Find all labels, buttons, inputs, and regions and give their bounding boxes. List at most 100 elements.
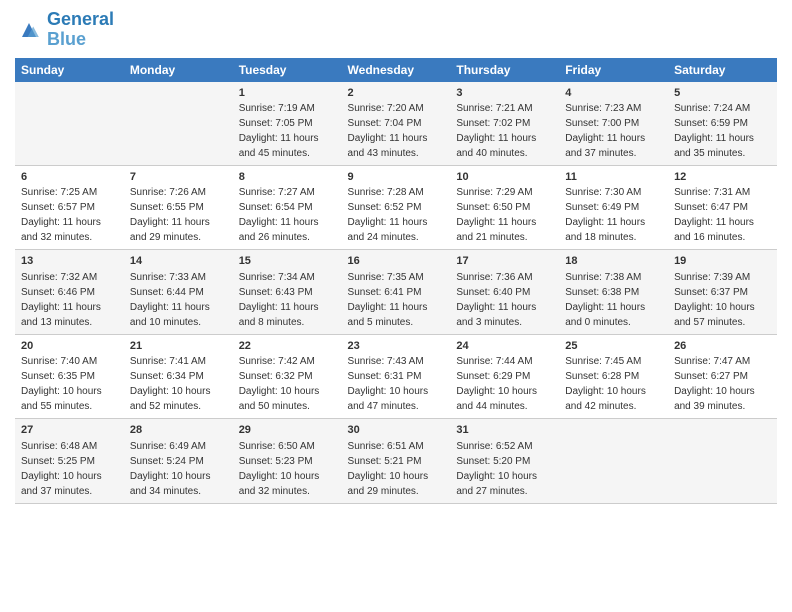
day-info: Sunrise: 7:26 AMSunset: 6:55 PMDaylight:…	[130, 187, 210, 243]
day-cell: 24 Sunrise: 7:44 AMSunset: 6:29 PMDayligh…	[450, 334, 559, 418]
week-row-2: 6Sunrise: 7:25 AMSunset: 6:57 PMDaylight…	[15, 165, 777, 249]
day-number: 14	[130, 254, 227, 269]
day-number: 21	[130, 339, 227, 354]
day-info: Sunrise: 7:40 AMSunset: 6:35 PMDaylight:…	[21, 356, 102, 412]
day-cell: 10Sunrise: 7:29 AMSunset: 6:50 PMDayligh…	[450, 165, 559, 249]
day-number: 19	[674, 254, 771, 269]
day-number: 29	[239, 423, 336, 438]
day-cell: 1 Sunrise: 7:19 AMSunset: 7:05 PMDaylight…	[233, 82, 342, 166]
day-cell: 20 Sunrise: 7:40 AMSunset: 6:35 PMDayligh…	[15, 334, 124, 418]
day-cell	[668, 419, 777, 503]
week-row-4: 20 Sunrise: 7:40 AMSunset: 6:35 PMDayligh…	[15, 334, 777, 418]
day-number: 25	[565, 339, 662, 354]
col-header-monday: Monday	[124, 58, 233, 82]
day-info: Sunrise: 7:34 AMSunset: 6:43 PMDaylight:…	[239, 272, 319, 328]
col-header-tuesday: Tuesday	[233, 58, 342, 82]
day-cell: 30 Sunrise: 6:51 AMSunset: 5:21 PMDayligh…	[342, 419, 451, 503]
day-cell: 15Sunrise: 7:34 AMSunset: 6:43 PMDayligh…	[233, 250, 342, 334]
day-cell: 21Sunrise: 7:41 AMSunset: 6:34 PMDayligh…	[124, 334, 233, 418]
day-number: 1	[239, 86, 336, 101]
day-info: Sunrise: 7:27 AMSunset: 6:54 PMDaylight:…	[239, 187, 319, 243]
day-info: Sunrise: 7:23 AMSunset: 7:00 PMDaylight:…	[565, 103, 645, 159]
day-info: Sunrise: 7:33 AMSunset: 6:44 PMDaylight:…	[130, 272, 210, 328]
week-row-3: 13 Sunrise: 7:32 AMSunset: 6:46 PMDayligh…	[15, 250, 777, 334]
day-number: 9	[348, 170, 445, 185]
day-cell: 22 Sunrise: 7:42 AMSunset: 6:32 PMDayligh…	[233, 334, 342, 418]
logo-icon	[15, 16, 43, 44]
day-cell	[124, 82, 233, 166]
day-cell: 18 Sunrise: 7:38 AMSunset: 6:38 PMDayligh…	[559, 250, 668, 334]
day-info: Sunrise: 7:35 AMSunset: 6:41 PMDaylight:…	[348, 272, 428, 328]
day-number: 22	[239, 339, 336, 354]
calendar-table: SundayMondayTuesdayWednesdayThursdayFrid…	[15, 58, 777, 504]
page: General Blue SundayMondayTuesdayWednesda…	[0, 0, 792, 612]
day-info: Sunrise: 7:28 AMSunset: 6:52 PMDaylight:…	[348, 187, 428, 243]
col-header-sunday: Sunday	[15, 58, 124, 82]
week-row-1: 1 Sunrise: 7:19 AMSunset: 7:05 PMDaylight…	[15, 82, 777, 166]
week-row-5: 27 Sunrise: 6:48 AMSunset: 5:25 PMDayligh…	[15, 419, 777, 503]
day-number: 12	[674, 170, 771, 185]
day-cell: 8 Sunrise: 7:27 AMSunset: 6:54 PMDaylight…	[233, 165, 342, 249]
day-number: 17	[456, 254, 553, 269]
day-info: Sunrise: 7:21 AMSunset: 7:02 PMDaylight:…	[456, 103, 536, 159]
col-header-saturday: Saturday	[668, 58, 777, 82]
day-cell: 27 Sunrise: 6:48 AMSunset: 5:25 PMDayligh…	[15, 419, 124, 503]
day-info: Sunrise: 6:48 AMSunset: 5:25 PMDaylight:…	[21, 441, 102, 497]
header-row: SundayMondayTuesdayWednesdayThursdayFrid…	[15, 58, 777, 82]
col-header-wednesday: Wednesday	[342, 58, 451, 82]
day-cell: 17 Sunrise: 7:36 AMSunset: 6:40 PMDayligh…	[450, 250, 559, 334]
day-number: 8	[239, 170, 336, 185]
day-cell: 6Sunrise: 7:25 AMSunset: 6:57 PMDaylight…	[15, 165, 124, 249]
day-info: Sunrise: 7:44 AMSunset: 6:29 PMDaylight:…	[456, 356, 537, 412]
day-info: Sunrise: 6:51 AMSunset: 5:21 PMDaylight:…	[348, 441, 429, 497]
day-cell: 5Sunrise: 7:24 AMSunset: 6:59 PMDaylight…	[668, 82, 777, 166]
col-header-thursday: Thursday	[450, 58, 559, 82]
logo-text: General Blue	[47, 10, 114, 50]
day-cell: 13 Sunrise: 7:32 AMSunset: 6:46 PMDayligh…	[15, 250, 124, 334]
day-number: 27	[21, 423, 118, 438]
header: General Blue	[15, 10, 777, 50]
day-cell: 12 Sunrise: 7:31 AMSunset: 6:47 PMDayligh…	[668, 165, 777, 249]
day-cell: 11Sunrise: 7:30 AMSunset: 6:49 PMDayligh…	[559, 165, 668, 249]
day-cell: 19Sunrise: 7:39 AMSunset: 6:37 PMDayligh…	[668, 250, 777, 334]
day-cell	[559, 419, 668, 503]
day-info: Sunrise: 7:36 AMSunset: 6:40 PMDaylight:…	[456, 272, 536, 328]
day-number: 18	[565, 254, 662, 269]
day-number: 26	[674, 339, 771, 354]
day-info: Sunrise: 7:31 AMSunset: 6:47 PMDaylight:…	[674, 187, 754, 243]
day-number: 20	[21, 339, 118, 354]
day-number: 11	[565, 170, 662, 185]
day-number: 13	[21, 254, 118, 269]
day-cell: 26Sunrise: 7:47 AMSunset: 6:27 PMDayligh…	[668, 334, 777, 418]
day-number: 4	[565, 86, 662, 101]
logo: General Blue	[15, 10, 114, 50]
day-number: 10	[456, 170, 553, 185]
day-number: 3	[456, 86, 553, 101]
day-info: Sunrise: 7:42 AMSunset: 6:32 PMDaylight:…	[239, 356, 320, 412]
day-cell: 28 Sunrise: 6:49 AMSunset: 5:24 PMDayligh…	[124, 419, 233, 503]
day-cell: 31Sunrise: 6:52 AMSunset: 5:20 PMDayligh…	[450, 419, 559, 503]
day-info: Sunrise: 7:25 AMSunset: 6:57 PMDaylight:…	[21, 187, 101, 243]
day-info: Sunrise: 6:49 AMSunset: 5:24 PMDaylight:…	[130, 441, 211, 497]
day-info: Sunrise: 7:45 AMSunset: 6:28 PMDaylight:…	[565, 356, 646, 412]
day-info: Sunrise: 7:43 AMSunset: 6:31 PMDaylight:…	[348, 356, 429, 412]
day-cell	[15, 82, 124, 166]
day-cell: 3 Sunrise: 7:21 AMSunset: 7:02 PMDaylight…	[450, 82, 559, 166]
day-cell: 14 Sunrise: 7:33 AMSunset: 6:44 PMDayligh…	[124, 250, 233, 334]
day-number: 24	[456, 339, 553, 354]
day-number: 7	[130, 170, 227, 185]
day-cell: 25 Sunrise: 7:45 AMSunset: 6:28 PMDayligh…	[559, 334, 668, 418]
day-cell: 23 Sunrise: 7:43 AMSunset: 6:31 PMDayligh…	[342, 334, 451, 418]
day-number: 28	[130, 423, 227, 438]
day-info: Sunrise: 7:19 AMSunset: 7:05 PMDaylight:…	[239, 103, 319, 159]
day-number: 23	[348, 339, 445, 354]
day-number: 30	[348, 423, 445, 438]
day-info: Sunrise: 7:32 AMSunset: 6:46 PMDaylight:…	[21, 272, 101, 328]
day-cell: 29Sunrise: 6:50 AMSunset: 5:23 PMDayligh…	[233, 419, 342, 503]
day-cell: 2Sunrise: 7:20 AMSunset: 7:04 PMDaylight…	[342, 82, 451, 166]
day-cell: 4 Sunrise: 7:23 AMSunset: 7:00 PMDaylight…	[559, 82, 668, 166]
col-header-friday: Friday	[559, 58, 668, 82]
day-info: Sunrise: 7:38 AMSunset: 6:38 PMDaylight:…	[565, 272, 645, 328]
day-cell: 9 Sunrise: 7:28 AMSunset: 6:52 PMDaylight…	[342, 165, 451, 249]
day-cell: 16Sunrise: 7:35 AMSunset: 6:41 PMDayligh…	[342, 250, 451, 334]
